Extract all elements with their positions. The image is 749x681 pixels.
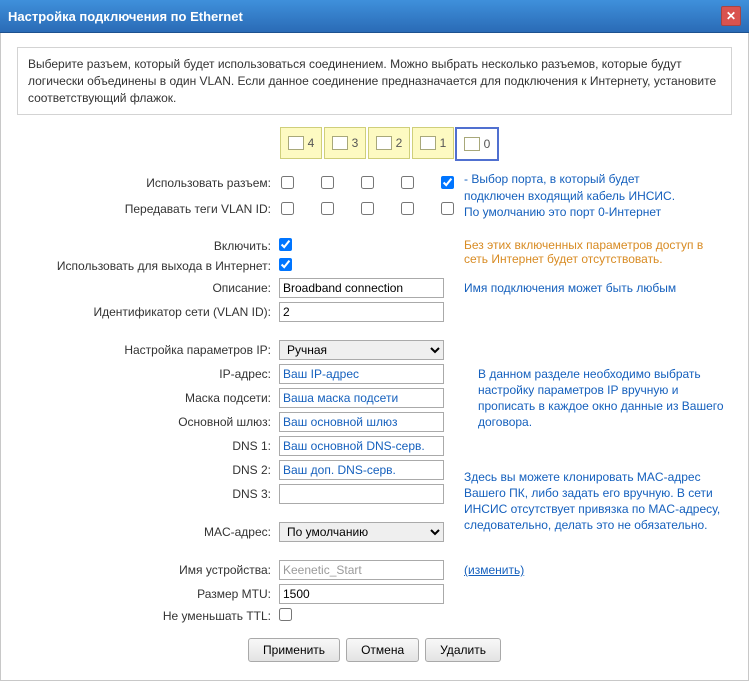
enable-checkbox[interactable] <box>279 238 292 251</box>
label-vlan-id: Идентификатор сети (VLAN ID): <box>17 300 275 324</box>
vlan-tag-1-checkbox[interactable] <box>401 202 414 215</box>
note-ip-section: В данном разделе необходимо выбрать наст… <box>478 366 728 431</box>
use-port-1-checkbox[interactable] <box>401 176 414 189</box>
gateway-input[interactable] <box>279 412 444 432</box>
note-enable-needed: Без этих включенных параметров доступ в … <box>464 238 728 266</box>
no-ttl-checkbox[interactable] <box>279 608 292 621</box>
use-port-3-checkbox[interactable] <box>321 176 334 189</box>
mtu-input[interactable] <box>279 584 444 604</box>
label-use-internet: Использовать для выхода в Интернет: <box>17 256 275 276</box>
port-3[interactable]: 3 <box>325 127 365 161</box>
label-ip-addr: IP-адрес: <box>17 362 275 386</box>
button-bar: Применить Отмена Удалить <box>17 638 732 662</box>
note-port-choice: - Выбор порта, в который будет подключен… <box>464 171 684 220</box>
mac-mode-select[interactable]: По умолчанию <box>279 522 444 542</box>
close-icon[interactable]: ✕ <box>721 6 741 26</box>
apply-button[interactable]: Применить <box>248 638 340 662</box>
vlan-id-input[interactable] <box>279 302 444 322</box>
delete-button[interactable]: Удалить <box>425 638 501 662</box>
ethernet-connection-dialog: Настройка подключения по Ethernet ✕ Выбе… <box>0 0 749 681</box>
dns2-input[interactable] <box>279 460 444 480</box>
vlan-tag-2-checkbox[interactable] <box>361 202 374 215</box>
device-name-input <box>279 560 444 580</box>
label-description: Описание: <box>17 276 275 300</box>
change-device-name-link[interactable]: (изменить) <box>464 563 524 577</box>
vlan-tag-4-checkbox[interactable] <box>281 202 294 215</box>
label-dns3: DNS 3: <box>17 482 275 506</box>
label-vlan-tags: Передавать теги VLAN ID: <box>17 196 275 222</box>
label-enable: Включить: <box>17 236 275 256</box>
label-netmask: Маска подсети: <box>17 386 275 410</box>
use-port-0-checkbox[interactable] <box>441 176 454 189</box>
dialog-title: Настройка подключения по Ethernet <box>8 9 243 24</box>
ip-address-input[interactable] <box>279 364 444 384</box>
label-dns2: DNS 2: <box>17 458 275 482</box>
port-1[interactable]: 1 <box>413 127 453 161</box>
vlan-tag-0-checkbox[interactable] <box>441 202 454 215</box>
port-2[interactable]: 2 <box>369 127 409 161</box>
intro-text: Выберите разъем, который будет использов… <box>17 47 732 115</box>
note-mac-section: Здесь вы можете клонировать MAC-адрес Ва… <box>464 469 728 534</box>
label-no-ttl: Не уменьшать TTL: <box>17 606 275 626</box>
use-internet-checkbox[interactable] <box>279 258 292 271</box>
note-description: Имя подключения может быть любым <box>458 276 732 300</box>
label-mtu: Размер MTU: <box>17 582 275 606</box>
port-0[interactable]: 0 <box>457 127 497 161</box>
titlebar: Настройка подключения по Ethernet ✕ <box>0 0 749 33</box>
description-input[interactable] <box>279 278 444 298</box>
cancel-button[interactable]: Отмена <box>346 638 419 662</box>
ip-mode-select[interactable]: Ручная <box>279 340 444 360</box>
vlan-tag-3-checkbox[interactable] <box>321 202 334 215</box>
label-mac: MAC-адрес: <box>17 520 275 544</box>
label-ip-setup: Настройка параметров IP: <box>17 338 275 362</box>
dialog-body: Выберите разъем, который будет использов… <box>0 33 749 681</box>
label-dns1: DNS 1: <box>17 434 275 458</box>
port-4[interactable]: 4 <box>281 127 321 161</box>
dns1-input[interactable] <box>279 436 444 456</box>
dns3-input[interactable] <box>279 484 444 504</box>
label-device-name: Имя устройства: <box>17 558 275 582</box>
netmask-input[interactable] <box>279 388 444 408</box>
label-use-port: Использовать разъем: <box>17 169 275 195</box>
use-port-2-checkbox[interactable] <box>361 176 374 189</box>
use-port-4-checkbox[interactable] <box>281 176 294 189</box>
label-gateway: Основной шлюз: <box>17 410 275 434</box>
